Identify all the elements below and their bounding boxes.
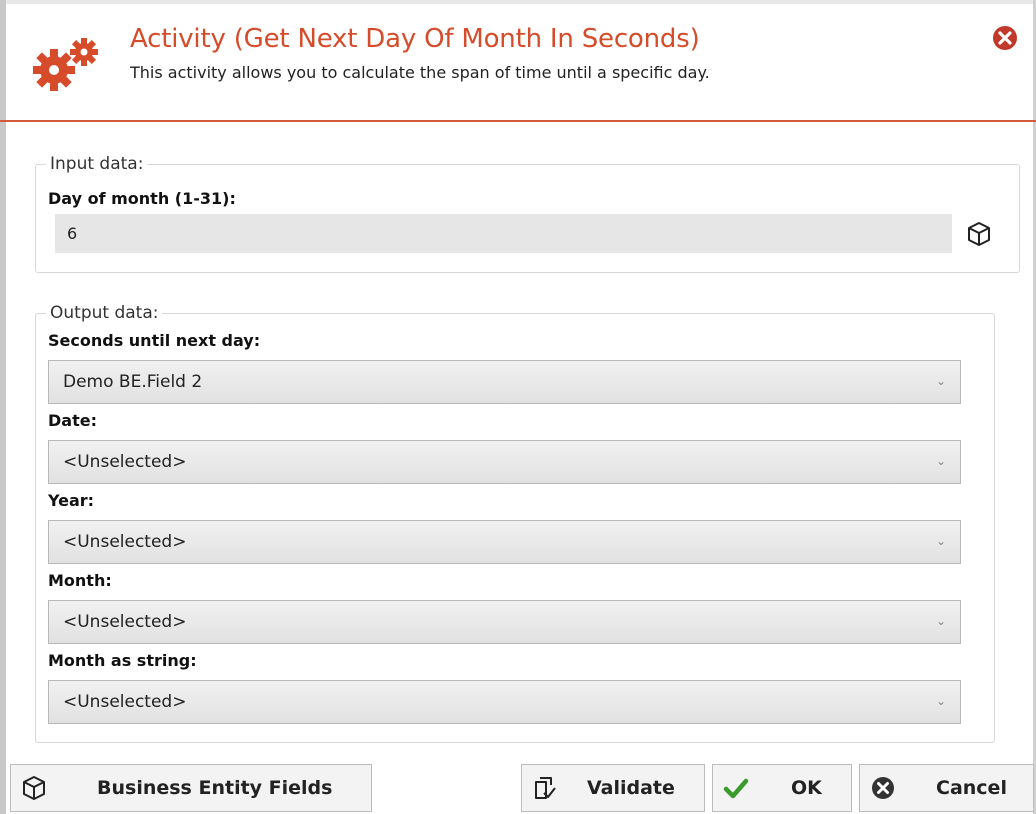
chevron-down-icon: ⌄	[935, 374, 946, 388]
seconds-until-next-day-value: Demo BE.Field 2	[63, 372, 203, 392]
window-frame-left	[0, 0, 6, 814]
year-value: <Unselected>	[63, 532, 187, 552]
seconds-until-next-day-select[interactable]: Demo BE.Field 2 ⌄	[48, 360, 961, 404]
cancel-button[interactable]: Cancel	[859, 764, 1034, 812]
checkmark-icon	[723, 778, 749, 799]
date-label: Date:	[48, 411, 97, 430]
month-value: <Unselected>	[63, 612, 187, 632]
cancel-icon	[872, 777, 894, 799]
month-label: Month:	[48, 571, 112, 590]
cube-icon	[23, 776, 45, 800]
month-as-string-select[interactable]: <Unselected> ⌄	[48, 680, 961, 724]
month-as-string-label: Month as string:	[48, 651, 197, 670]
business-entity-fields-button[interactable]: Business Entity Fields	[10, 764, 372, 812]
dialog-footer: Business Entity Fields Validate OK Cance…	[6, 762, 1036, 814]
year-label: Year:	[48, 491, 95, 510]
date-value: <Unselected>	[63, 452, 187, 472]
validate-button[interactable]: Validate	[521, 764, 705, 812]
chevron-down-icon: ⌄	[935, 454, 946, 468]
chevron-down-icon: ⌄	[935, 694, 946, 708]
header-divider	[0, 120, 1036, 122]
cancel-label: Cancel	[936, 777, 1007, 799]
cube-icon[interactable]	[966, 221, 992, 247]
output-data-legend: Output data:	[46, 303, 163, 323]
output-data-group: Output data: Seconds until next day: Dem…	[35, 303, 995, 743]
input-data-legend: Input data:	[46, 154, 148, 174]
input-data-group: Input data: Day of month (1-31): 6	[35, 154, 1020, 273]
month-as-string-value: <Unselected>	[63, 692, 187, 712]
ok-label: OK	[791, 777, 822, 799]
seconds-until-next-day-label: Seconds until next day:	[48, 331, 261, 350]
document-check-icon	[535, 777, 556, 799]
validate-label: Validate	[587, 777, 675, 799]
close-icon[interactable]	[991, 24, 1019, 52]
gear-icon	[33, 38, 98, 91]
day-of-month-label: Day of month (1-31):	[48, 189, 236, 208]
month-select[interactable]: <Unselected> ⌄	[48, 600, 961, 644]
date-select[interactable]: <Unselected> ⌄	[48, 440, 961, 484]
chevron-down-icon: ⌄	[935, 534, 946, 548]
day-of-month-input[interactable]: 6	[55, 214, 952, 253]
dialog-header: Activity (Get Next Day Of Month In Secon…	[6, 4, 1033, 122]
ok-button[interactable]: OK	[712, 764, 852, 812]
dialog-title: Activity (Get Next Day Of Month In Secon…	[130, 24, 700, 54]
year-select[interactable]: <Unselected> ⌄	[48, 520, 961, 564]
business-entity-fields-label: Business Entity Fields	[97, 777, 333, 799]
dialog-subtitle: This activity allows you to calculate th…	[130, 63, 710, 82]
chevron-down-icon: ⌄	[935, 614, 946, 628]
